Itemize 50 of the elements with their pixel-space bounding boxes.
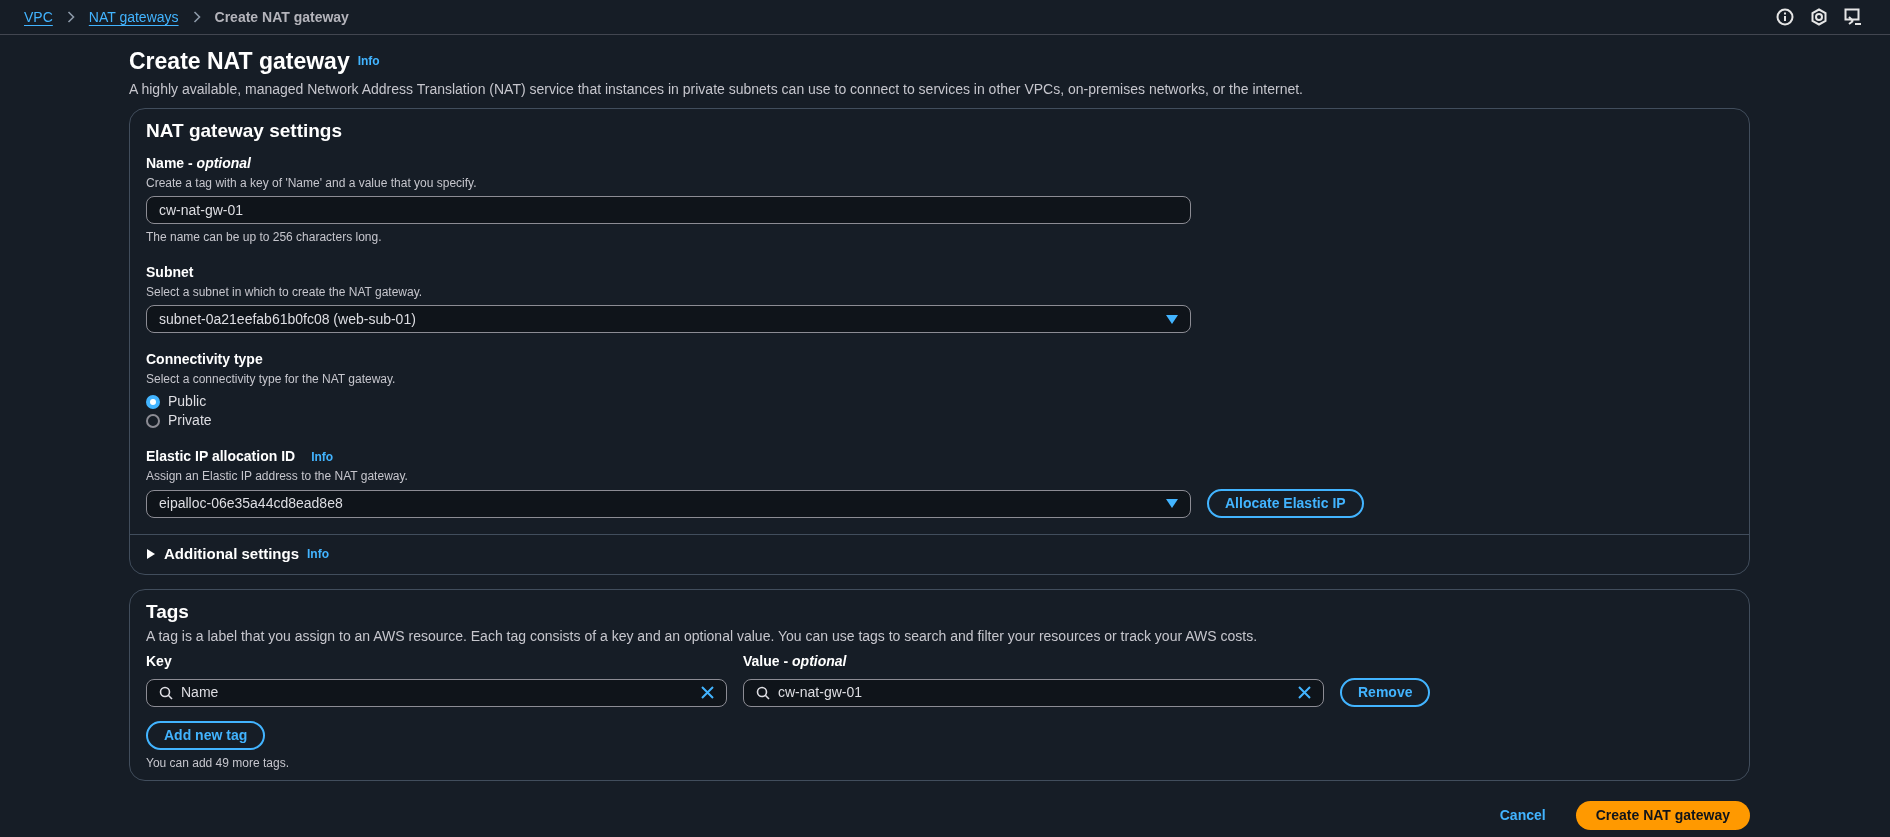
field-label: Name - optional (146, 154, 252, 173)
field-description: Select a connectivity type for the NAT gateway. (146, 371, 397, 388)
field-description: Create a tag with a key of 'Name' and a value that you specify. (146, 175, 478, 192)
search-icon (159, 685, 173, 700)
section-title: NAT gateway settings (146, 118, 344, 143)
text-field[interactable]: cw-nat-gw-01 (146, 196, 1191, 224)
caret-right-icon[interactable] (146, 549, 156, 560)
screen-icon[interactable] (1844, 8, 1862, 26)
column-label: Key (146, 652, 173, 671)
chevron-right-icon (192, 11, 201, 23)
radio-button[interactable] (146, 394, 160, 409)
breadcrumb-link[interactable]: NAT gateways (88, 6, 179, 28)
radio-button[interactable] (146, 413, 160, 428)
breadcrumb-current: Create NAT gateway (214, 7, 349, 27)
field-label: Elastic IP allocation ID (146, 447, 296, 466)
clear-icon[interactable] (1298, 686, 1311, 699)
column-label: Value - optional (743, 652, 848, 671)
page-title: Create NAT gateway (129, 47, 350, 76)
tag-limit-hint: You can add 49 more tags. (146, 755, 290, 772)
hexagon-icon[interactable] (1810, 8, 1828, 26)
dropdown-caret-icon (1166, 499, 1178, 508)
info-link[interactable]: Info (357, 52, 380, 71)
create-nat-gateway-button[interactable]: Create NAT gateway (1575, 801, 1750, 830)
section-title: Tags (146, 599, 190, 624)
remove-button[interactable]: Remove (1340, 678, 1431, 707)
radio-label[interactable]: Private (168, 410, 212, 431)
radio-label[interactable]: Public (168, 391, 207, 412)
info-icon[interactable] (1776, 8, 1794, 26)
page-description: A highly available, managed Network Address Translation (NAT) service that instances in private subnets can use to connect to services in other VPCs, on-premises networks, or the internet. (129, 79, 1304, 99)
expander-label[interactable]: Additional settings (164, 543, 299, 566)
field-label: Subnet (146, 263, 195, 282)
breadcrumb-link[interactable]: VPC (24, 6, 53, 28)
clear-icon[interactable] (701, 686, 714, 699)
field-description: Select a subnet in which to create the NAT gateway. (146, 284, 424, 301)
tag-key-field[interactable]: Name (146, 678, 727, 707)
info-link[interactable]: Info (311, 447, 334, 466)
field-label: Connectivity type (146, 350, 264, 369)
field-hint: The name can be up to 256 characters long. (146, 229, 383, 246)
chevron-right-icon (66, 11, 75, 23)
search-icon (756, 685, 770, 700)
allocate-elastic-ip-button[interactable]: Allocate Elastic IP (1207, 489, 1364, 518)
field-description: Assign an Elastic IP address to the NAT gateway. (146, 468, 409, 485)
section-description: A tag is a label that you assign to an AWS resource. Each tag consists of a key and an optional value. You can use tags to search and filter your resources or track your AWS costs. (146, 627, 1259, 646)
dropdown-caret-icon (1166, 314, 1178, 324)
cancel-button[interactable]: Cancel (1493, 804, 1552, 827)
subnet-select[interactable]: subnet-0a21eefab61b0fc08 (web-sub-01) (146, 305, 1191, 333)
elastic-ip-select[interactable]: eipalloc-06e35a44cd8ead8e8 (146, 489, 1191, 518)
add-new-tag-button[interactable]: Add new tag (146, 721, 266, 750)
tag-value-field[interactable]: cw-nat-gw-01 (743, 678, 1324, 707)
info-link[interactable]: Info (307, 545, 329, 564)
